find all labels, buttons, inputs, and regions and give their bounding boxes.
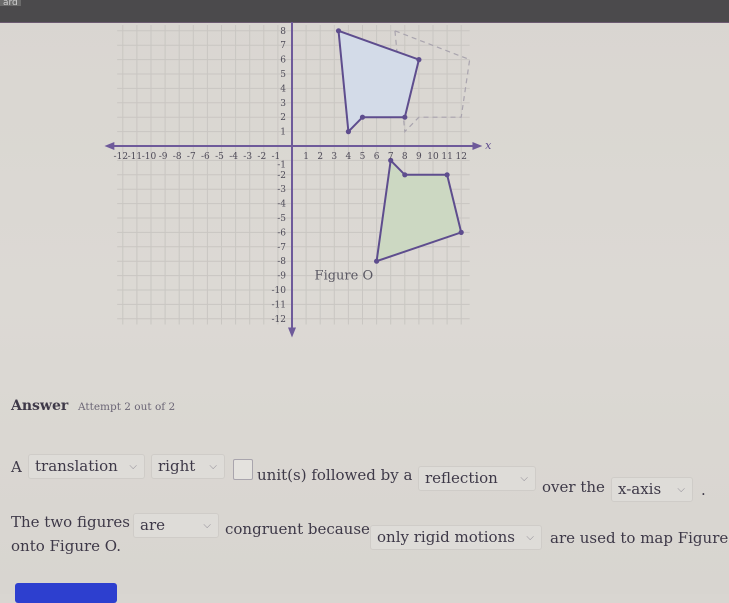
x-axis-label: x bbox=[485, 139, 492, 152]
y-tick-label: -5 bbox=[277, 214, 286, 224]
x-axis-arrow-left bbox=[104, 142, 115, 150]
x-tick-label: 1 bbox=[303, 152, 309, 162]
x-tick-label: 7 bbox=[388, 152, 394, 162]
x-tick-label: -3 bbox=[243, 152, 252, 162]
x-tick-label: -10 bbox=[142, 152, 157, 162]
y-tick-label: -4 bbox=[277, 200, 286, 210]
onto-figure-o-text: onto Figure O. bbox=[11, 537, 121, 555]
period: . bbox=[701, 481, 706, 499]
chevron-down-icon: ⌵ bbox=[520, 473, 528, 484]
figure-o-vertex-point bbox=[444, 172, 450, 178]
y-tick-label: -10 bbox=[272, 286, 287, 296]
original-vertex-point bbox=[416, 57, 422, 63]
submit-button[interactable] bbox=[15, 583, 117, 603]
x-tick-label: 10 bbox=[427, 152, 439, 162]
x-tick-label: -12 bbox=[114, 152, 129, 162]
y-tick-label: 7 bbox=[280, 41, 286, 51]
transformation2-dropdown[interactable]: reflection ⌵ bbox=[418, 466, 536, 491]
x-tick-label: 2 bbox=[317, 152, 323, 162]
units-input[interactable] bbox=[233, 459, 253, 480]
y-tick-label: -6 bbox=[277, 228, 286, 238]
figure-o-vertex-point bbox=[402, 172, 408, 178]
transformation1-dropdown[interactable]: translation ⌵ bbox=[28, 454, 145, 479]
x-tick-label: 5 bbox=[360, 152, 366, 162]
y-tick-label: 8 bbox=[280, 27, 286, 37]
y-tick-label: -8 bbox=[277, 257, 286, 267]
y-tick-label: 4 bbox=[280, 84, 286, 94]
x-tick-label: -7 bbox=[187, 152, 196, 162]
y-tick-label: -9 bbox=[277, 272, 286, 282]
y-tick-label: -1 bbox=[277, 160, 286, 170]
x-tick-label: 12 bbox=[455, 152, 466, 162]
direction-value: right bbox=[158, 457, 196, 475]
coordinate-graph: -12 -11 -10 -9 -8 -7 -6 -5 -4 -3 -2 -1 1 2 3 4 5 6 7 8 9 10 11… bbox=[104, 22, 492, 338]
direction-dropdown[interactable]: right ⌵ bbox=[151, 454, 225, 479]
original-vertex-point bbox=[359, 114, 366, 120]
x-tick-label: -2 bbox=[257, 152, 266, 162]
figure-o-label: Figure O bbox=[315, 269, 374, 284]
transformation1-value: translation bbox=[35, 457, 118, 475]
x-tick-label: 3 bbox=[331, 152, 337, 162]
answer-heading: Answer bbox=[11, 398, 69, 414]
y-tick-label: -11 bbox=[272, 300, 287, 310]
original-vertex-point bbox=[335, 28, 342, 34]
over-the-text: over the bbox=[542, 478, 605, 496]
y-tick-label: 5 bbox=[280, 70, 286, 80]
original-vertex-point bbox=[345, 129, 351, 135]
x-tick-label: 6 bbox=[374, 152, 380, 162]
reason-value: only rigid motions bbox=[377, 528, 515, 546]
two-figures-text: The two figures bbox=[11, 513, 130, 531]
y-tick-label: -7 bbox=[277, 243, 286, 253]
reason-dropdown[interactable]: only rigid motions ⌵ bbox=[370, 525, 542, 550]
x-axis-arrow-right bbox=[472, 142, 483, 150]
y-tick-label: 1 bbox=[280, 128, 286, 138]
congruence-dropdown[interactable]: are ⌵ bbox=[133, 513, 219, 538]
x-tick-label: 8 bbox=[402, 152, 408, 162]
axis-dropdown[interactable]: x-axis ⌵ bbox=[611, 477, 693, 502]
x-tick-label: -5 bbox=[215, 152, 224, 162]
chevron-down-icon: ⌵ bbox=[203, 520, 211, 531]
x-tick-label: -4 bbox=[229, 152, 238, 162]
x-tick-label: -8 bbox=[173, 152, 182, 162]
x-tick-label: -11 bbox=[128, 152, 143, 162]
figure-o-vertex-point bbox=[458, 229, 464, 235]
chevron-down-icon: ⌵ bbox=[209, 461, 217, 472]
attempt-counter: Attempt 2 out of 2 bbox=[78, 401, 176, 413]
x-tick-label: 4 bbox=[346, 152, 352, 162]
figure-o-vertex-point bbox=[374, 258, 380, 264]
y-tick-label: -12 bbox=[272, 315, 287, 325]
y-tick-label: 6 bbox=[280, 56, 286, 66]
y-axis-arrow-down bbox=[288, 327, 296, 338]
axis-value: x-axis bbox=[618, 480, 662, 498]
congruence-value: are bbox=[140, 516, 165, 534]
units-followed-text: unit(s) followed by a bbox=[257, 466, 413, 484]
x-tick-label: -6 bbox=[201, 152, 210, 162]
y-tick-label: 2 bbox=[280, 113, 286, 123]
x-tick-label: 9 bbox=[416, 152, 422, 162]
y-tick-label: 3 bbox=[280, 99, 286, 109]
y-tick-label: -3 bbox=[277, 185, 286, 195]
congruent-because-text: congruent because bbox=[225, 520, 370, 538]
y-tick-label: -2 bbox=[277, 171, 286, 181]
x-tick-label: 11 bbox=[441, 152, 452, 162]
x-tick-label: -9 bbox=[159, 152, 168, 162]
original-vertex-point bbox=[402, 114, 408, 120]
sentence-prefix-a: A bbox=[11, 458, 22, 476]
transformation2-value: reflection bbox=[425, 469, 498, 487]
chevron-down-icon: ⌵ bbox=[526, 532, 534, 543]
chevron-down-icon: ⌵ bbox=[677, 484, 685, 495]
map-figure-text: are used to map Figure bbox=[550, 529, 729, 547]
chevron-down-icon: ⌵ bbox=[129, 461, 137, 472]
